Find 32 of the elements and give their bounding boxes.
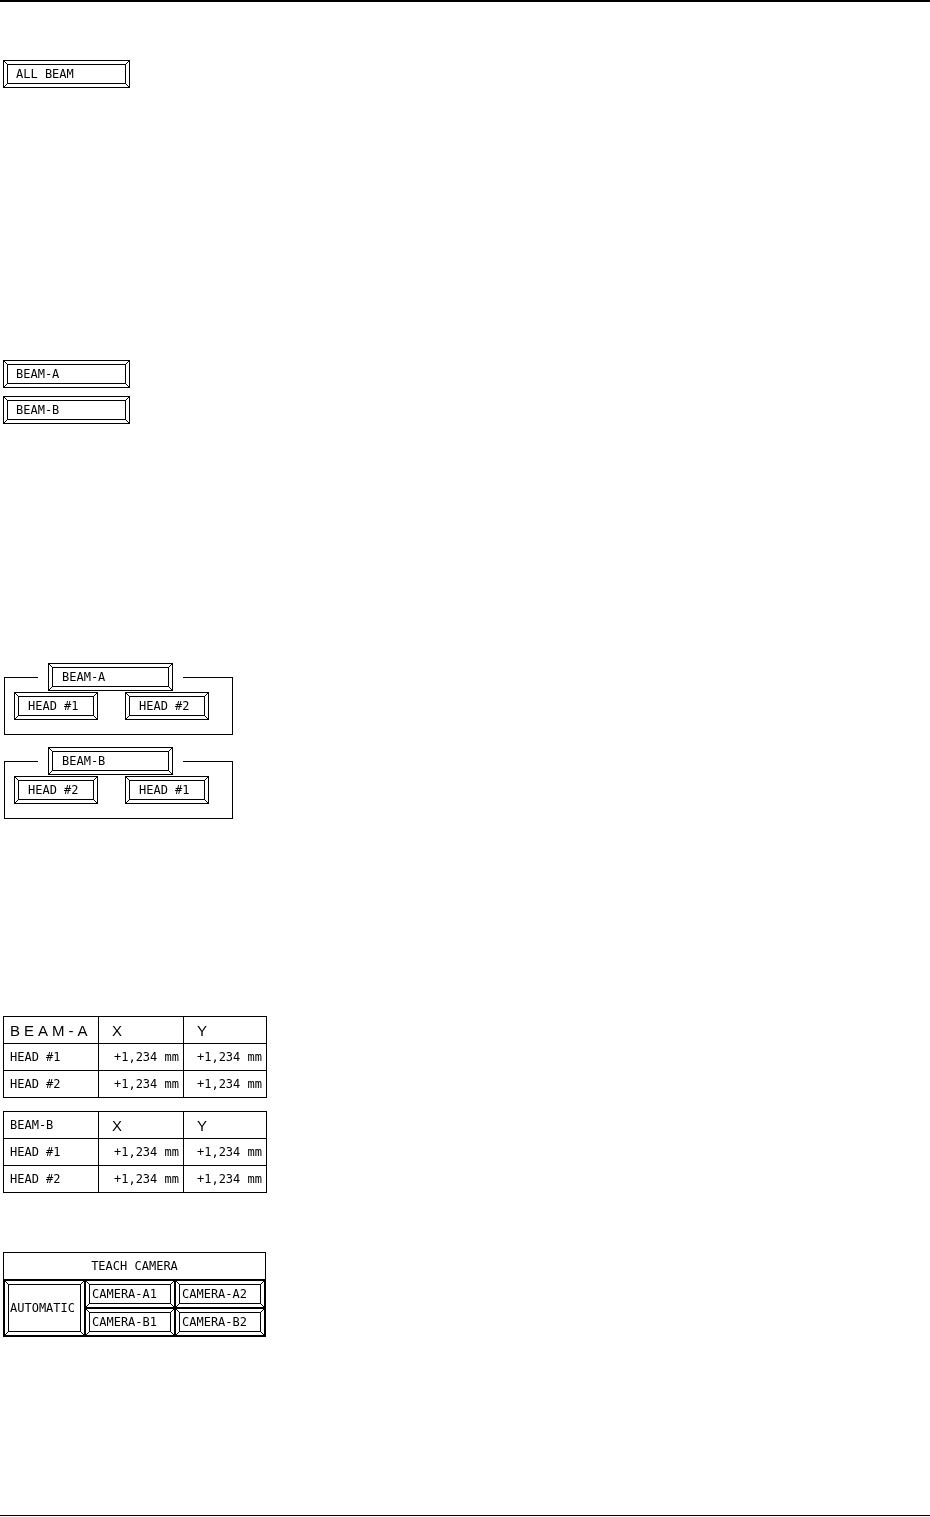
table-cell: +1,234 mm — [98, 1070, 184, 1098]
head-button[interactable]: HEAD #2 — [14, 776, 98, 804]
table-cell: +1,234 mm — [183, 1138, 267, 1166]
head-button[interactable]: HEAD #1 — [125, 776, 209, 804]
beam-button[interactable]: BEAM-A — [48, 663, 173, 691]
row-header: HEAD #1 — [3, 1043, 99, 1071]
beam-button[interactable]: BEAM-A — [3, 360, 130, 388]
head-button[interactable]: HEAD #2 — [125, 692, 209, 720]
column-header: X — [98, 1111, 184, 1139]
table-cell: +1,234 mm — [183, 1165, 267, 1193]
automatic-button[interactable]: AUTOMATIC — [4, 1280, 85, 1336]
table-cell: +1,234 mm — [183, 1070, 267, 1098]
table-cell: +1,234 mm — [98, 1138, 184, 1166]
camera-button[interactable]: CAMERA-B1 — [85, 1308, 175, 1336]
column-header: Y — [183, 1016, 267, 1044]
camera-button[interactable]: CAMERA-A2 — [175, 1280, 265, 1308]
beam-button[interactable]: BEAM-B — [48, 747, 173, 775]
table-cell: +1,234 mm — [183, 1043, 267, 1071]
camera-button[interactable]: CAMERA-A1 — [85, 1280, 175, 1308]
row-header: HEAD #2 — [3, 1165, 99, 1193]
column-header: BEAM-A — [3, 1016, 99, 1044]
row-header: HEAD #2 — [3, 1070, 99, 1098]
row-header: HEAD #1 — [3, 1138, 99, 1166]
all-beam-button[interactable]: ALL BEAM — [3, 60, 130, 88]
table-cell: +1,234 mm — [98, 1165, 184, 1193]
head-button[interactable]: HEAD #1 — [14, 692, 98, 720]
column-header: BEAM-B — [3, 1111, 99, 1139]
beam-button[interactable]: BEAM-B — [3, 396, 130, 424]
column-header: X — [98, 1016, 184, 1044]
column-header: Y — [183, 1111, 267, 1139]
table-cell: +1,234 mm — [98, 1043, 184, 1071]
camera-button[interactable]: CAMERA-B2 — [175, 1308, 265, 1336]
